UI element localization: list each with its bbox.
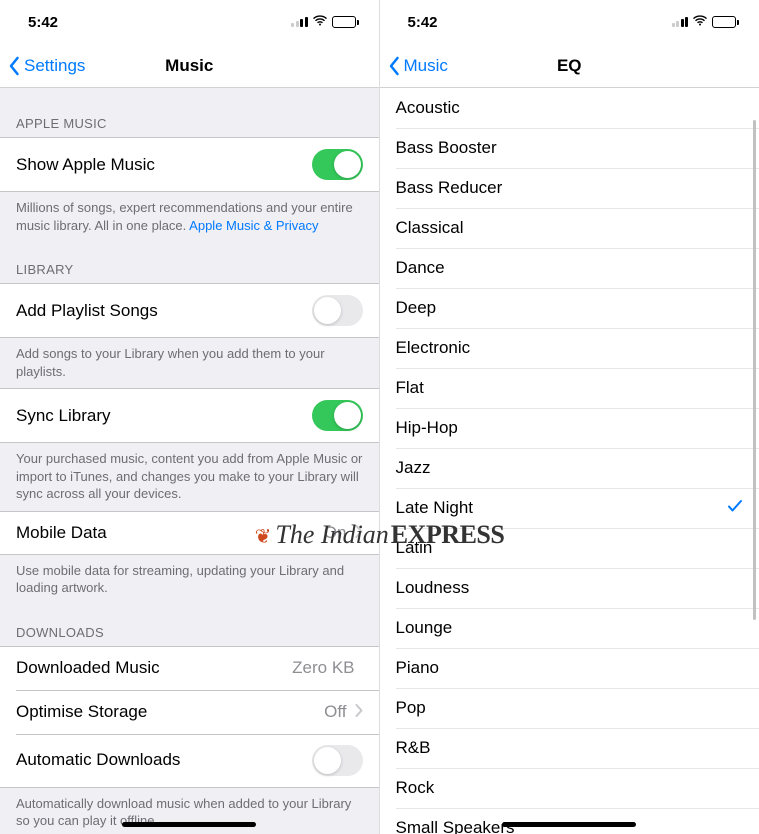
sync-library-footer: Your purchased music, content you add fr… (0, 443, 379, 511)
cell-value: On (324, 523, 347, 543)
battery-icon (712, 16, 739, 28)
eq-option[interactable]: Electronic (380, 328, 759, 368)
eq-option-label: Bass Booster (396, 138, 497, 158)
eq-option-label: Bass Reducer (396, 178, 503, 198)
show-apple-music-row[interactable]: Show Apple Music (0, 137, 379, 192)
back-label: Settings (24, 56, 85, 76)
eq-option[interactable]: Pop (380, 688, 759, 728)
eq-option-label: Dance (396, 258, 445, 278)
eq-option[interactable]: Rock (380, 768, 759, 808)
home-indicator (122, 822, 256, 827)
eq-option[interactable]: Flat (380, 368, 759, 408)
eq-option-label: Jazz (396, 458, 431, 478)
auto-download-footer: Automatically download music when added … (0, 788, 379, 834)
cell-label: Downloaded Music (16, 658, 292, 678)
eq-screen: 5:42 Music EQ Acoustic Bass Booster Bass R… (380, 0, 759, 834)
section-header-apple-music: APPLE MUSIC (0, 88, 379, 137)
add-playlist-songs-row[interactable]: Add Playlist Songs (0, 283, 379, 338)
cellular-icon (291, 17, 308, 27)
page-title: EQ (557, 56, 582, 76)
eq-option-label: Latin (396, 538, 433, 558)
add-playlist-footer: Add songs to your Library when you add t… (0, 338, 379, 388)
automatic-downloads-toggle[interactable] (312, 745, 363, 776)
eq-option[interactable]: Late Night (380, 488, 759, 528)
eq-option[interactable]: Classical (380, 208, 759, 248)
mobile-data-footer: Use mobile data for streaming, updating … (0, 555, 379, 605)
eq-option[interactable]: Bass Booster (380, 128, 759, 168)
eq-option-label: Small Speakers (396, 818, 515, 834)
eq-option[interactable]: Bass Reducer (380, 168, 759, 208)
eq-option[interactable]: Loudness (380, 568, 759, 608)
eq-option[interactable]: Acoustic (380, 88, 759, 128)
cell-label: Add Playlist Songs (16, 301, 312, 321)
eq-option-label: Late Night (396, 498, 474, 518)
eq-option-label: Pop (396, 698, 426, 718)
eq-option-label: Acoustic (396, 98, 460, 118)
checkmark-icon (727, 498, 743, 519)
eq-option[interactable]: Lounge (380, 608, 759, 648)
back-label: Music (404, 56, 448, 76)
status-bar: 5:42 (380, 0, 759, 44)
apple-music-privacy-link[interactable]: Apple Music & Privacy (189, 218, 318, 233)
eq-option-label: Electronic (396, 338, 471, 358)
wifi-icon (692, 14, 708, 31)
eq-option-label: Hip-Hop (396, 418, 458, 438)
eq-option-label: Deep (396, 298, 437, 318)
add-playlist-songs-toggle[interactable] (312, 295, 363, 326)
eq-option-label: Piano (396, 658, 439, 678)
eq-option[interactable]: Piano (380, 648, 759, 688)
clock: 5:42 (28, 14, 58, 31)
cell-label: Optimise Storage (16, 702, 324, 722)
eq-option-label: Lounge (396, 618, 453, 638)
eq-option[interactable]: Jazz (380, 448, 759, 488)
music-settings-screen: 5:42 Settings Music APPLE MUSIC (0, 0, 380, 834)
clock: 5:42 (408, 14, 438, 31)
status-icons (291, 14, 359, 31)
eq-option[interactable]: Deep (380, 288, 759, 328)
cell-label: Sync Library (16, 406, 312, 426)
page-title: Music (165, 56, 213, 76)
eq-option-label: Loudness (396, 578, 470, 598)
apple-music-footer: Millions of songs, expert recommendation… (0, 192, 379, 242)
mobile-data-row[interactable]: Mobile Data On (0, 511, 379, 555)
eq-option-label: R&B (396, 738, 431, 758)
status-icons (672, 14, 740, 31)
home-indicator (502, 822, 636, 827)
cell-value: Off (324, 702, 346, 722)
back-button[interactable]: Music (380, 56, 448, 76)
cell-label: Show Apple Music (16, 155, 312, 175)
nav-bar: Settings Music (0, 44, 379, 88)
section-header-library: LIBRARY (0, 242, 379, 283)
eq-option[interactable]: R&B (380, 728, 759, 768)
eq-option[interactable]: Small Speakers (380, 808, 759, 834)
nav-bar: Music EQ (380, 44, 759, 88)
eq-option-label: Rock (396, 778, 435, 798)
eq-option[interactable]: Dance (380, 248, 759, 288)
downloaded-music-row[interactable]: Downloaded Music Zero KB (0, 646, 379, 690)
cell-label: Automatic Downloads (16, 750, 312, 770)
show-apple-music-toggle[interactable] (312, 149, 363, 180)
automatic-downloads-row[interactable]: Automatic Downloads (0, 734, 379, 788)
sync-library-row[interactable]: Sync Library (0, 388, 379, 443)
chevron-right-icon (355, 523, 363, 543)
eq-option-label: Flat (396, 378, 424, 398)
optimise-storage-row[interactable]: Optimise Storage Off (0, 690, 379, 734)
battery-icon (332, 16, 359, 28)
wifi-icon (312, 14, 328, 31)
cell-value: Zero KB (292, 658, 354, 678)
status-bar: 5:42 (0, 0, 379, 44)
chevron-right-icon (355, 702, 363, 722)
cell-label: Mobile Data (16, 523, 324, 543)
back-button[interactable]: Settings (0, 56, 85, 76)
eq-option-label: Classical (396, 218, 464, 238)
sync-library-toggle[interactable] (312, 400, 363, 431)
section-header-downloads: DOWNLOADS (0, 605, 379, 646)
eq-options-list: Acoustic Bass Booster Bass Reducer Classica… (380, 88, 759, 834)
eq-option[interactable]: Hip-Hop (380, 408, 759, 448)
scrollbar[interactable] (753, 120, 756, 640)
cellular-icon (672, 17, 689, 27)
eq-option[interactable]: Latin (380, 528, 759, 568)
